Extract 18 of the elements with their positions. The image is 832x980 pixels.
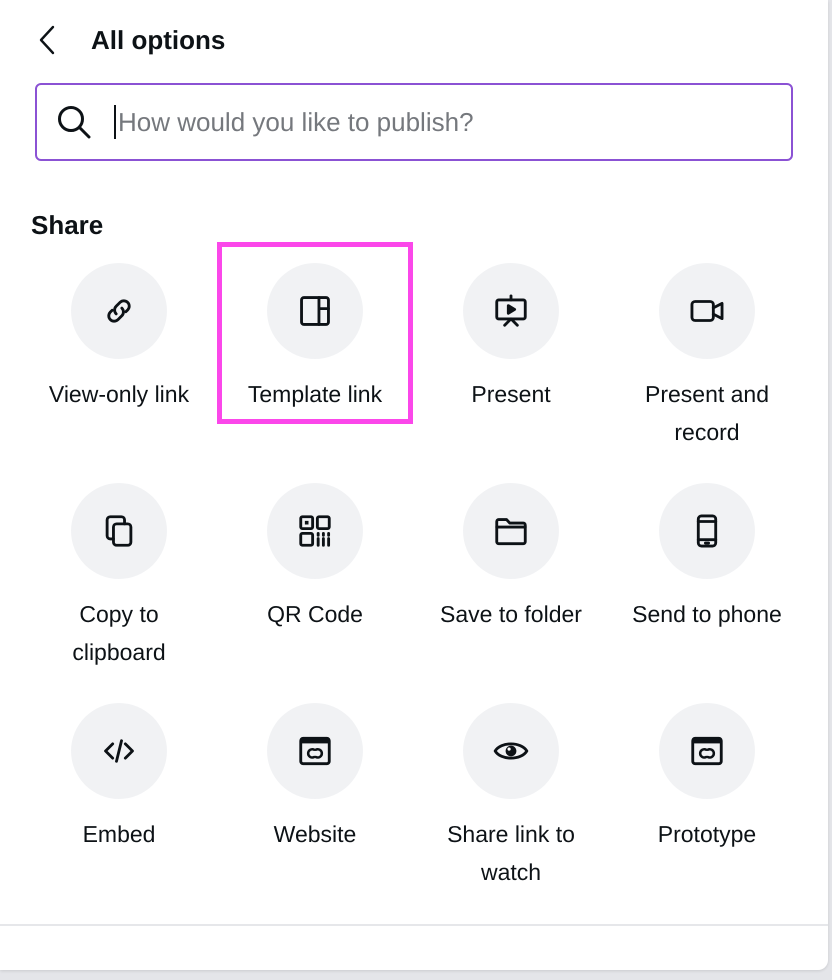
share-option[interactable]: Present and record [609, 242, 805, 462]
share-option[interactable]: Template link [217, 242, 413, 424]
share-option[interactable]: Present [413, 242, 609, 424]
section-heading: Share [31, 209, 104, 242]
share-option[interactable]: Save to folder [413, 462, 609, 644]
share-option[interactable]: Prototype [609, 682, 805, 864]
share-option[interactable]: QR Code [217, 462, 413, 644]
search-field[interactable]: How would you like to publish? [35, 83, 793, 161]
share-option[interactable]: Share link to watch [413, 682, 609, 902]
share-option[interactable]: Embed [21, 682, 217, 864]
share-option[interactable]: Copy to clipboard [21, 462, 217, 682]
chevron-left-icon [38, 25, 56, 55]
search-icon [57, 105, 91, 139]
share-option[interactable]: Website [217, 682, 413, 864]
text-cursor-icon [114, 105, 116, 139]
share-option[interactable]: View-only link [21, 242, 217, 424]
panel-title: All options [91, 24, 226, 57]
share-option[interactable]: Send to phone [609, 462, 805, 644]
